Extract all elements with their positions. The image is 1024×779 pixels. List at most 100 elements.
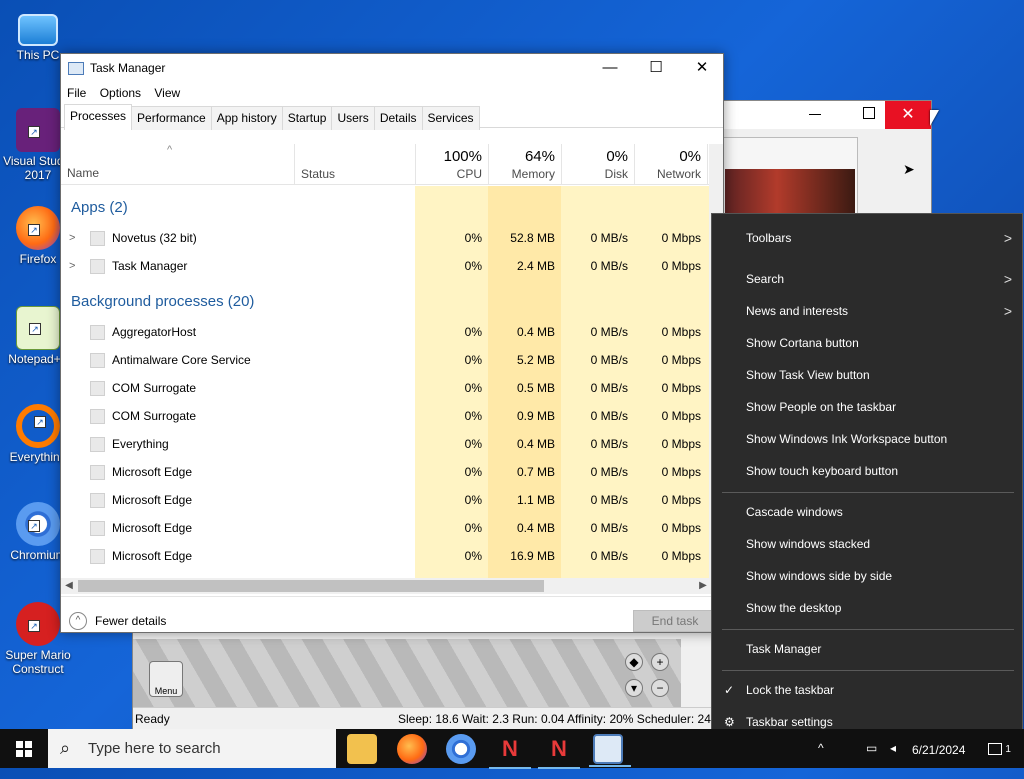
end-task-button[interactable]: End task [633, 610, 717, 632]
tab-processes[interactable]: Processes [64, 104, 133, 130]
process-icon [90, 493, 105, 508]
minimize-button[interactable]: — [587, 54, 633, 82]
visual-studio-icon: ↗ [16, 108, 60, 152]
chevron-up-icon[interactable]: ^ [69, 612, 87, 630]
taskbar-search-box[interactable]: ⌕ Type here to search [48, 729, 336, 768]
network-icon[interactable]: ▭ [866, 729, 877, 768]
fewer-details-link[interactable]: Fewer details [95, 614, 166, 628]
process-icon [90, 409, 105, 424]
chevron-right-icon: > [1003, 271, 1012, 287]
menu-tile[interactable]: Menu [149, 661, 183, 697]
group-header-apps[interactable]: Apps (2) [61, 194, 711, 222]
column-status[interactable]: Status [294, 144, 415, 185]
menu-item-show-cortana-button[interactable]: Show Cortana button [712, 328, 1022, 358]
scroll-right-icon[interactable]: ▶ [695, 578, 711, 594]
table-row[interactable]: > Novetus (32 bit) 0% 52.8 MB 0 MB/s 0 M… [61, 224, 711, 252]
chevron-right-icon[interactable]: > [69, 224, 75, 252]
chromium-icon[interactable] [446, 734, 476, 764]
menu-item-show-windows-side-by-side[interactable]: Show windows side by side [712, 561, 1022, 591]
column-disk[interactable]: 0% Disk [561, 144, 634, 185]
firefox-icon[interactable] [397, 734, 427, 764]
tab-details[interactable]: Details [373, 106, 423, 130]
tab-startup[interactable]: Startup [281, 106, 333, 130]
menu-item-lock-the-taskbar[interactable]: ✓ Lock the taskbar [712, 675, 1022, 705]
table-row[interactable]: COM Surrogate 0% 0.9 MB 0 MB/s 0 Mbps [61, 402, 711, 430]
chevron-up-icon[interactable]: ^ [818, 729, 824, 768]
notification-center-icon[interactable]: 1 [988, 729, 1011, 768]
menu-separator [722, 670, 1014, 671]
column-network[interactable]: 0% Network [634, 144, 707, 185]
clock-date[interactable]: 6/21/2024 [912, 740, 965, 779]
menu-item-show-task-view-button[interactable]: Show Task View button [712, 360, 1022, 390]
table-row[interactable]: COM Surrogate 0% 0.5 MB 0 MB/s 0 Mbps [61, 374, 711, 402]
scroll-left-icon[interactable]: ◀ [61, 578, 77, 594]
menu-item-show-ink-workspace[interactable]: Show Windows Ink Workspace button [712, 424, 1022, 454]
menu-view[interactable]: View [154, 86, 180, 100]
maximize-icon[interactable] [863, 107, 875, 119]
novetus-icon[interactable]: N [538, 734, 580, 769]
zoom-out-icon[interactable]: − [651, 679, 669, 697]
zoom-in-icon[interactable]: + [651, 653, 669, 671]
file-explorer-icon[interactable] [347, 734, 377, 764]
menu-item-search[interactable]: Search > [712, 264, 1022, 294]
group-header-background[interactable]: Background processes (20) [61, 288, 711, 316]
table-row[interactable]: Everything 0% 0.4 MB 0 MB/s 0 Mbps [61, 430, 711, 458]
process-icon [90, 381, 105, 396]
chevron-right-icon: > [1003, 303, 1012, 319]
scroll-thumb[interactable] [78, 580, 544, 592]
volume-icon[interactable]: ◂ [890, 729, 896, 768]
tray-app-icon[interactable] [842, 729, 854, 768]
table-row[interactable]: Microsoft Edge 0% 0.7 MB 0 MB/s 0 Mbps [61, 458, 711, 486]
tab-app-history[interactable]: App history [210, 106, 283, 130]
menu-file[interactable]: File [67, 86, 86, 100]
close-icon: ✕ [901, 106, 915, 123]
novetus-icon[interactable]: N [489, 734, 531, 769]
start-button[interactable] [0, 729, 48, 768]
menu-item-toolbars[interactable]: Toolbars > [712, 223, 1022, 253]
menu-bar: File Options View [61, 82, 723, 104]
task-manager-window[interactable]: Task Manager — ☐ ✕ File Options View Pro… [60, 53, 724, 633]
menu-item-news-and-interests[interactable]: News and interests > [712, 296, 1022, 326]
window-title: Task Manager [90, 61, 166, 75]
close-button[interactable]: ✕ [679, 54, 725, 82]
menu-item-task-manager[interactable]: Task Manager [712, 634, 1022, 664]
taskbar[interactable]: ⌕ Type here to search N N ^ ▭ ◂ 6/21/202… [0, 729, 1024, 769]
column-memory[interactable]: 64% Memory [488, 144, 561, 185]
cursor-tool-icon[interactable]: ➤ [903, 161, 915, 178]
menu-item-cascade-windows[interactable]: Cascade windows [712, 497, 1022, 527]
process-icon [90, 325, 105, 340]
firefox-icon: ↗ [16, 206, 60, 250]
menu-item-show-the-desktop[interactable]: Show the desktop [712, 593, 1022, 623]
chevron-right-icon[interactable]: > [69, 252, 75, 280]
menu-item-show-windows-stacked[interactable]: Show windows stacked [712, 529, 1022, 559]
table-row[interactable]: Microsoft Edge 0% 0.4 MB 0 MB/s 0 Mbps [61, 514, 711, 542]
minimize-icon: — [602, 59, 618, 76]
chromium-icon: ↗ [16, 502, 60, 546]
minimize-icon[interactable] [809, 114, 821, 115]
table-row[interactable]: Microsoft Edge 0% 16.9 MB 0 MB/s 0 Mbps [61, 542, 711, 570]
menu-options[interactable]: Options [100, 86, 141, 100]
taskbar-context-menu: Toolbars > Search > News and interests >… [711, 213, 1023, 746]
menu-separator [722, 492, 1014, 493]
maximize-button[interactable]: ☐ [633, 54, 679, 82]
rotate-icon[interactable]: ▾ [625, 679, 643, 697]
task-manager-titlebar[interactable]: Task Manager — ☐ ✕ [61, 54, 723, 82]
column-cpu[interactable]: 100% CPU [415, 144, 488, 185]
table-row[interactable]: > Task Manager 0% 2.4 MB 0 MB/s 0 Mbps [61, 252, 711, 280]
menu-item-show-touch-keyboard[interactable]: Show touch keyboard button [712, 456, 1022, 486]
tab-services[interactable]: Services [421, 106, 480, 130]
horizontal-scrollbar[interactable]: ◀ ▶ [61, 578, 711, 594]
table-row[interactable]: Microsoft Edge 0% 1.1 MB 0 MB/s 0 Mbps [61, 486, 711, 514]
task-manager-icon[interactable] [589, 734, 631, 767]
tab-performance[interactable]: Performance [131, 106, 212, 130]
column-name[interactable]: Name [67, 166, 99, 180]
close-button[interactable]: ✕ [885, 101, 931, 129]
table-row[interactable]: AggregatorHost 0% 0.4 MB 0 MB/s 0 Mbps [61, 318, 711, 346]
table-row[interactable]: Antimalware Core Service 0% 5.2 MB 0 MB/… [61, 346, 711, 374]
studio-viewport[interactable]: Menu ◆ + ▾ − [133, 639, 681, 707]
smc-icon: ↗ [16, 602, 60, 646]
tab-users[interactable]: Users [331, 106, 375, 130]
menu-item-show-people[interactable]: Show People on the taskbar [712, 392, 1022, 422]
monitor-icon [18, 14, 58, 46]
pan-icon[interactable]: ◆ [625, 653, 643, 671]
